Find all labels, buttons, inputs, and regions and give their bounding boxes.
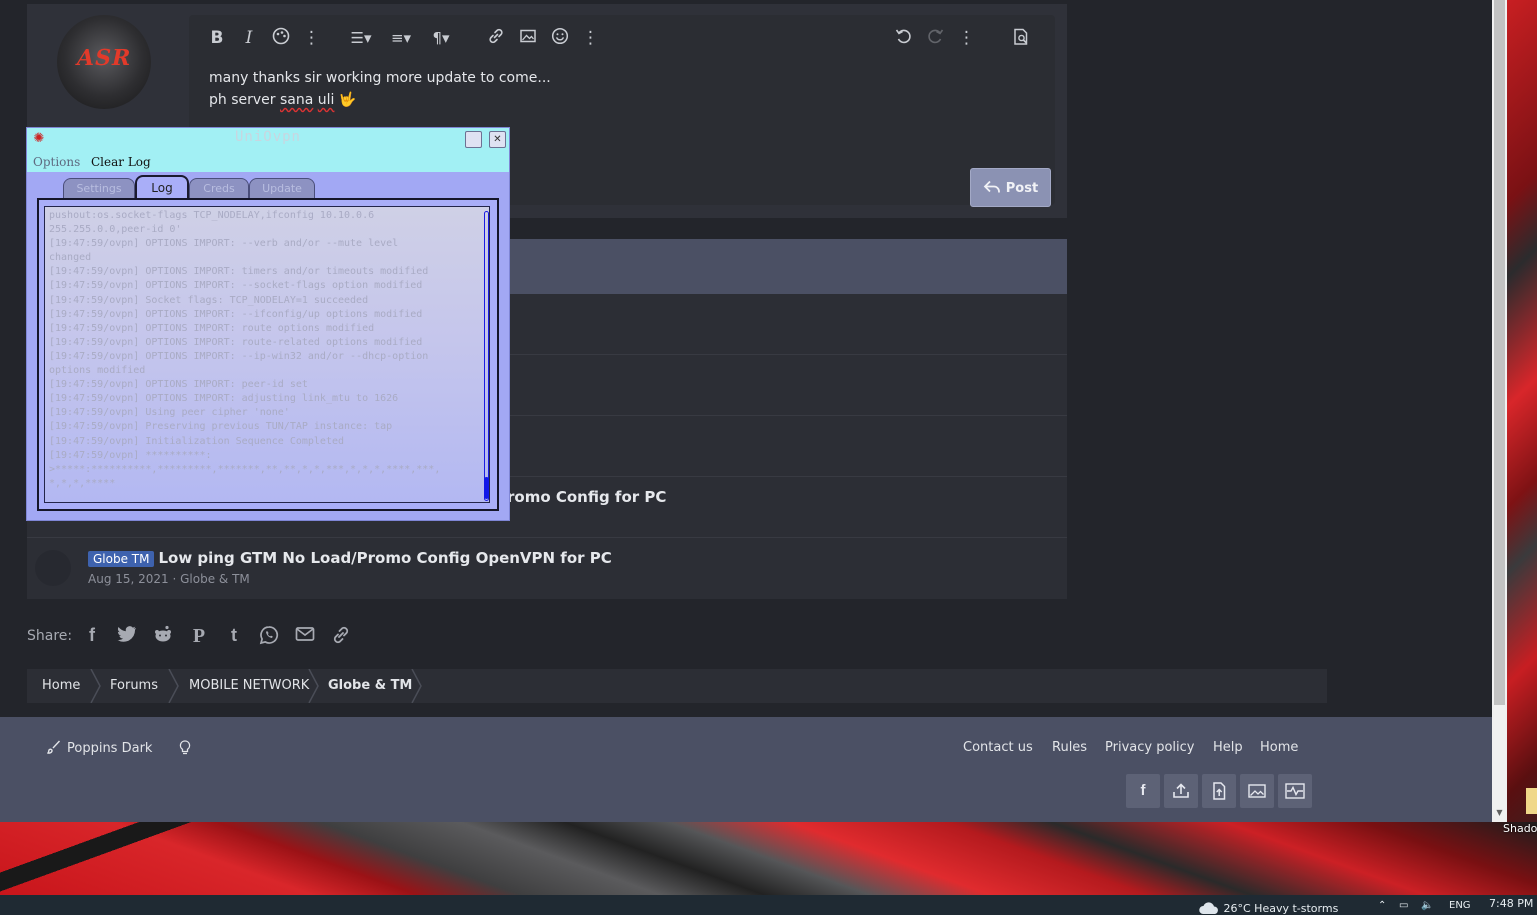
email-icon[interactable] [294,625,316,649]
facebook-icon[interactable]: f [1126,774,1160,808]
align-icon[interactable]: ≡▾ [386,27,416,49]
chevron-up-icon[interactable]: ⌃ [1378,900,1386,911]
breadcrumb-globe-tm[interactable]: Globe & TM [328,669,412,703]
link-icon[interactable] [485,27,507,49]
uniovpn-window[interactable]: ✺ UniOvpn ✕ Options Clear Log Settings L… [26,127,510,521]
user-avatar[interactable]: ASR [57,15,151,109]
file-upload-icon[interactable] [1202,774,1236,808]
breadcrumb: Home Forums MOBILE NETWORK Globe & TM [27,669,1327,703]
log-frame: pushout:os.socket-flags TCP_NODELAY,ifco… [37,198,499,511]
paragraph-icon[interactable]: ¶▾ [427,27,455,49]
clock[interactable]: 7:48 PM [1489,897,1533,910]
redo-icon[interactable] [925,27,947,49]
reddit-icon[interactable] [152,625,174,649]
chevron-right-icon [308,669,319,703]
style-chooser-link[interactable]: Poppins Dark [46,740,152,756]
menu-clear-log[interactable]: Clear Log [91,155,151,169]
paint-brush-icon [46,740,61,754]
log-textarea[interactable]: pushout:os.socket-flags TCP_NODELAY,ifco… [44,206,490,503]
undo-icon[interactable] [892,27,914,49]
footer-link-help[interactable]: Help [1213,740,1243,755]
tab-bar: Settings Log Creds Update [27,172,509,199]
palette-icon[interactable] [270,27,292,49]
log-scrollbar[interactable] [484,211,489,501]
page-scrollbar-thumb[interactable] [1494,0,1505,705]
footer-link-rules[interactable]: Rules [1052,740,1087,755]
breadcrumb-home[interactable]: Home [42,669,80,703]
site-footer: Poppins Dark Contact us Rules Privacy po… [0,717,1507,823]
tumblr-icon[interactable]: t [223,625,245,649]
footer-link-home[interactable]: Home [1260,740,1298,755]
editor-line-1: many thanks sir working more update to c… [209,70,551,86]
breadcrumb-forums[interactable]: Forums [110,669,158,703]
chevron-right-icon [90,669,101,703]
upload-icon[interactable] [1164,774,1198,808]
more-vertical-icon[interactable]: ⋮ [958,27,975,49]
reply-icon [983,180,1000,193]
twitter-icon[interactable] [116,625,138,649]
thread-title[interactable]: romo Config for PC [507,488,666,506]
share-label: Share: [27,628,73,644]
tab-creds[interactable]: Creds [189,178,249,198]
close-button[interactable]: ✕ [489,131,506,148]
tab-settings[interactable]: Settings [63,178,135,198]
pinterest-icon[interactable]: P [188,625,210,649]
editor-line-2: ph server sana uli 🤟 [209,92,357,108]
footer-link-privacy[interactable]: Privacy policy [1105,740,1194,755]
thread-title[interactable]: Globe TM Low ping GTM No Load/Promo Confi… [88,549,612,567]
more-vertical-icon[interactable]: ⋮ [303,27,320,49]
network-icon[interactable]: ▭ [1399,900,1408,911]
list-item[interactable]: Globe TM Low ping GTM No Load/Promo Confi… [27,538,1067,598]
link-icon[interactable] [330,625,352,649]
minimize-button[interactable] [465,131,482,148]
lightbulb-icon[interactable] [179,740,191,760]
avatar-logo-text: ASR [74,45,134,71]
tab-update[interactable]: Update [249,178,315,198]
window-titlebar[interactable]: ✺ UniOvpn ✕ [27,128,509,151]
desktop-wallpaper-right [1507,0,1537,895]
cloud-icon [1199,902,1218,914]
desktop-icon-label[interactable]: Shado [1503,822,1537,835]
emoji-icon: 🤟 [338,92,357,108]
chart-icon[interactable] [1278,774,1312,808]
preview-icon[interactable] [1009,27,1033,49]
image-icon[interactable] [1240,774,1274,808]
folder-icon[interactable] [1526,788,1537,814]
post-button[interactable]: Post [970,168,1051,207]
chevron-right-icon [168,669,179,703]
italic-icon[interactable]: I [239,27,259,49]
chevron-right-icon [411,669,422,703]
window-title: UniOvpn [234,129,301,145]
more-vertical-icon[interactable]: ⋮ [582,27,599,49]
volume-icon[interactable]: 🔈 [1421,900,1433,911]
tab-log[interactable]: Log [135,175,189,199]
log-text: pushout:os.socket-flags TCP_NODELAY,ifco… [49,210,441,489]
footer-link-contact[interactable]: Contact us [963,740,1033,755]
breadcrumb-mobile-network[interactable]: MOBILE NETWORK [189,669,309,703]
list-icon[interactable]: ☰▾ [346,27,376,49]
bold-icon[interactable]: B [207,27,227,49]
editor-content[interactable]: many thanks sir working more update to c… [209,67,551,111]
avatar[interactable] [35,550,71,586]
image-icon[interactable] [517,27,539,49]
windows-taskbar: 26°C Heavy t-storms ⌃ ▭ 🔈 ENG 7:48 PM [0,895,1537,915]
menu-bar: Options Clear Log [27,151,509,172]
thread-prefix-badge[interactable]: Globe TM [88,551,155,567]
scroll-down-arrow-icon[interactable]: ▼ [1492,808,1507,822]
smiley-icon[interactable] [549,27,571,49]
whatsapp-icon[interactable] [258,625,280,649]
facebook-icon[interactable]: f [81,625,103,649]
thread-meta: Aug 15, 2021 · Globe & TM [88,572,250,586]
misspelled-word[interactable]: sana [280,92,313,108]
log-scrollbar-thumb[interactable] [484,477,489,499]
misspelled-word[interactable]: uli [318,92,335,108]
language-indicator[interactable]: ENG [1449,900,1471,911]
menu-options[interactable]: Options [33,155,80,169]
weather-widget[interactable]: 26°C Heavy t-storms [1198,901,1338,915]
editor-toolbar: B I ⋮ ☰▾ ≡▾ ¶▾ ⋮ ⋮ [189,15,1055,61]
desktop-wallpaper-bottom [0,822,1537,895]
